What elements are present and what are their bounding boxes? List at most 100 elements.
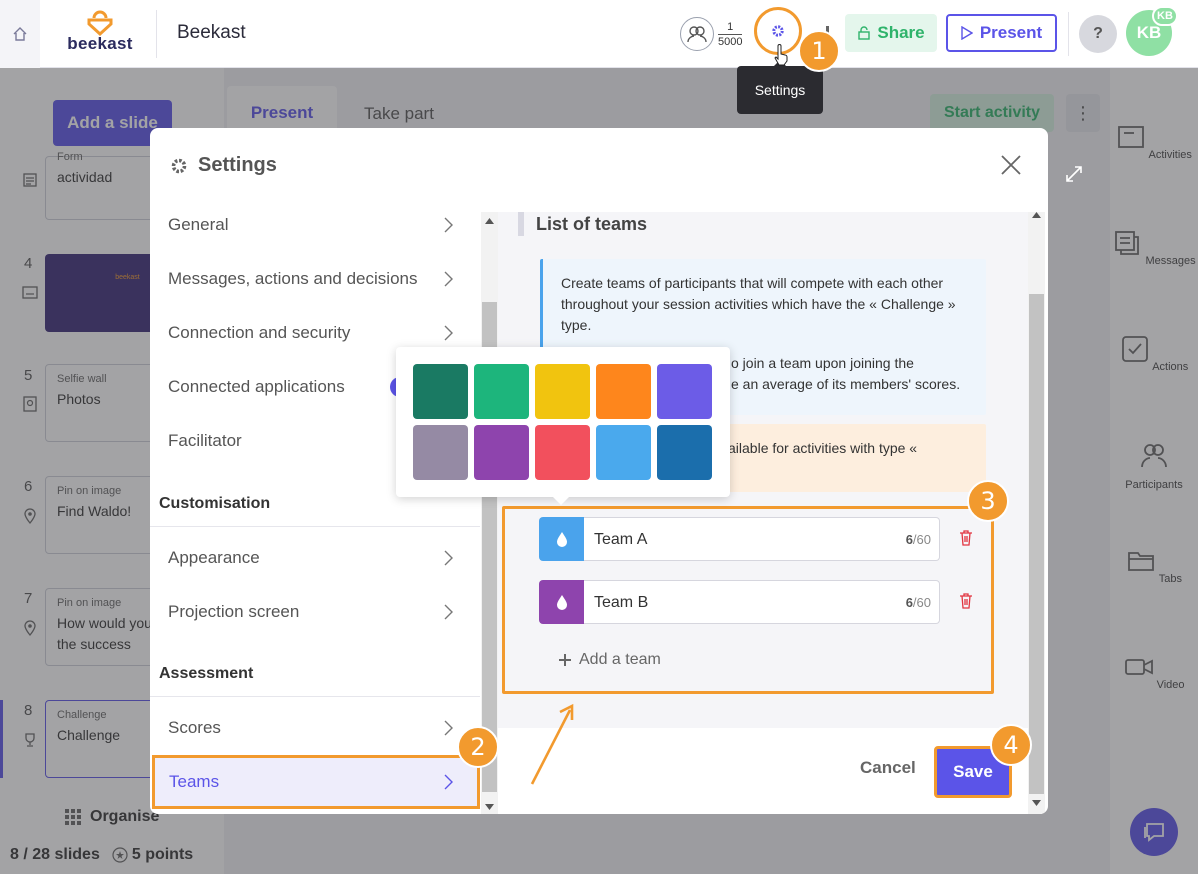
color-swatch[interactable] xyxy=(413,364,468,419)
color-swatch[interactable] xyxy=(474,364,529,419)
team-color-button[interactable] xyxy=(539,580,584,624)
scroll-up-icon[interactable] xyxy=(1032,212,1041,218)
chevron-right-icon xyxy=(444,774,453,790)
nav-item-projection[interactable]: Projection screen xyxy=(150,585,480,639)
color-swatch[interactable] xyxy=(596,364,651,419)
nav-section-customisation: Customisation xyxy=(159,495,271,512)
nav-item-scores[interactable]: Scores xyxy=(150,701,480,755)
home-icon xyxy=(13,27,27,41)
logo-text: beekast xyxy=(67,34,133,53)
team-color-picker xyxy=(396,347,730,505)
step-marker: 4 xyxy=(990,724,1032,766)
nav-item-teams[interactable]: Teams xyxy=(152,755,480,809)
step-marker: 1 xyxy=(798,30,840,72)
settings-nav: General Messages, actions and decisions … xyxy=(150,212,480,814)
team-name: Team A xyxy=(594,531,648,548)
scroll-up-icon[interactable] xyxy=(485,218,494,224)
nav-label: Connected applications xyxy=(168,377,345,396)
nav-item-messages[interactable]: Messages, actions and decisions xyxy=(150,252,480,306)
add-team-button[interactable]: Add a team xyxy=(559,651,661,669)
beekast-logo[interactable]: beekast xyxy=(60,10,140,58)
scroll-down-icon[interactable] xyxy=(485,804,494,810)
color-swatch[interactable] xyxy=(413,425,468,480)
modal-title-text: Settings xyxy=(198,154,277,176)
drop-icon xyxy=(556,595,567,610)
team-member-count: 6/60 xyxy=(905,595,931,610)
color-swatch[interactable] xyxy=(657,364,712,419)
nav-label: Scores xyxy=(168,718,221,737)
scrollbar-thumb[interactable] xyxy=(1029,294,1044,794)
chevron-right-icon xyxy=(444,604,453,620)
info-paragraph: Create teams of participants that will c… xyxy=(561,275,956,333)
cancel-button[interactable]: Cancel xyxy=(860,758,916,778)
nav-scrollbar[interactable] xyxy=(481,212,498,814)
team-name-input[interactable]: Team B 6/60 xyxy=(584,580,940,624)
team-name: Team B xyxy=(594,594,649,611)
nav-label: Messages, actions and decisions xyxy=(168,269,418,288)
team-row: Team B 6/60 xyxy=(539,580,972,624)
share-button[interactable]: Share xyxy=(845,14,937,52)
hand-cursor-icon xyxy=(774,44,788,66)
trash-icon[interactable] xyxy=(959,529,973,547)
pointer-arrow xyxy=(530,703,574,785)
nav-section-assessment: Assessment xyxy=(159,665,254,682)
nav-item-general[interactable]: General xyxy=(150,198,480,252)
lock-icon xyxy=(858,26,871,40)
present-label: Present xyxy=(979,23,1043,42)
modal-title: Settings xyxy=(170,154,277,177)
teams-list: Team A 6/60 Team B 6/60 Add a team xyxy=(502,506,994,694)
list-of-teams-title: List of teams xyxy=(518,212,647,236)
color-swatch[interactable] xyxy=(596,425,651,480)
settings-tooltip: Settings xyxy=(737,60,823,114)
expand-icon[interactable] xyxy=(1064,164,1084,184)
divider xyxy=(150,526,480,527)
step-marker: 3 xyxy=(967,480,1009,522)
participants-icon xyxy=(680,17,714,51)
color-swatch[interactable] xyxy=(535,425,590,480)
nav-label: Facilitator xyxy=(168,431,242,450)
team-color-button[interactable] xyxy=(539,517,584,561)
scroll-down-icon[interactable] xyxy=(1032,800,1041,806)
team-row: Team A 6/60 xyxy=(539,517,972,561)
avatar-badge: KB xyxy=(1152,6,1178,26)
trash-icon[interactable] xyxy=(959,592,973,610)
drop-icon xyxy=(556,532,567,547)
team-name-input[interactable]: Team A 6/60 xyxy=(584,517,940,561)
divider xyxy=(150,696,480,697)
team-member-count: 6/60 xyxy=(905,532,931,547)
nav-label: General xyxy=(168,215,229,234)
color-swatch[interactable] xyxy=(474,425,529,480)
chevron-right-icon xyxy=(444,720,453,736)
color-swatch[interactable] xyxy=(535,364,590,419)
participants-counter[interactable]: 1 5000 xyxy=(680,16,743,52)
presentation-title[interactable]: Beekast xyxy=(177,22,246,44)
gear-icon xyxy=(171,158,187,173)
content-scrollbar[interactable] xyxy=(1028,212,1045,814)
share-label: Share xyxy=(877,23,925,42)
divider xyxy=(156,10,157,58)
nav-label: Connection and security xyxy=(168,323,351,342)
participants-max: 5000 xyxy=(718,35,743,48)
participants-current: 1 xyxy=(718,20,743,35)
nav-item-appearance[interactable]: Appearance xyxy=(150,531,480,585)
add-team-label: Add a team xyxy=(579,651,661,668)
home-button[interactable] xyxy=(0,0,40,68)
nav-label: Projection screen xyxy=(168,602,300,621)
chevron-right-icon xyxy=(444,217,453,233)
color-swatch[interactable] xyxy=(657,425,712,480)
help-button[interactable]: ? xyxy=(1079,15,1117,53)
play-icon xyxy=(961,26,973,40)
step-marker: 2 xyxy=(457,726,499,768)
top-bar: beekast Beekast 1 5000 Share Present ? K… xyxy=(0,0,1198,68)
chevron-right-icon xyxy=(444,325,453,341)
divider xyxy=(1068,12,1069,56)
participants-fraction: 1 5000 xyxy=(718,20,743,49)
close-icon[interactable] xyxy=(998,152,1024,178)
gear-icon xyxy=(772,25,784,37)
present-button[interactable]: Present xyxy=(946,14,1057,52)
nav-label: Appearance xyxy=(168,548,260,567)
nav-label: Teams xyxy=(169,772,220,791)
plus-icon xyxy=(559,654,571,666)
chevron-right-icon xyxy=(444,271,453,287)
logo-icon xyxy=(87,10,113,36)
